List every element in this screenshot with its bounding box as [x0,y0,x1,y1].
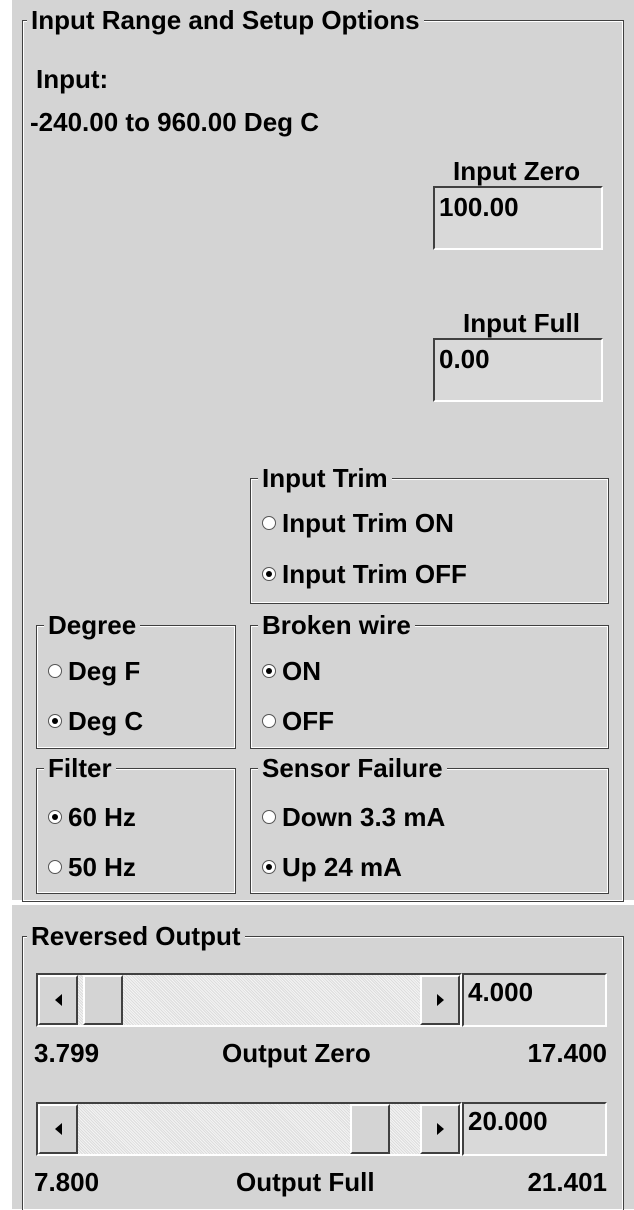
scroll-right-button[interactable] [420,1104,460,1154]
input-full-label: Input Full [463,308,580,338]
radio-label: Down 3.3 mA [282,802,446,832]
radio-broken-wire-off[interactable]: OFF [262,706,334,736]
output-zero-min: 3.799 [34,1038,100,1068]
radio-label: 60 Hz [68,802,136,832]
output-full-label: Output Full [236,1167,375,1197]
radio-label: Input Trim ON [282,508,454,538]
radio-label: Up 24 mA [282,852,402,882]
radio-deg-f[interactable]: Deg F [48,656,140,686]
radio-indicator [262,516,276,530]
radio-indicator [48,664,62,678]
output-full-max: 21.401 [527,1167,607,1197]
input-trim-title: Input Trim [258,464,392,492]
filter-title: Filter [44,754,116,782]
radio-label: ON [282,656,321,686]
radio-indicator [262,567,276,581]
radio-indicator [48,810,62,824]
scrollbar-track[interactable] [38,1104,460,1154]
output-zero-max: 17.400 [527,1038,607,1068]
radio-sensor-down[interactable]: Down 3.3 mA [262,802,445,832]
scroll-left-button[interactable] [38,1104,78,1154]
input-range: -240.00 to 960.00 Deg C [30,107,320,137]
setup-title: Input Range and Setup Options [27,6,424,34]
arrow-right-icon [436,1123,444,1135]
radio-filter-50hz[interactable]: 50 Hz [48,852,136,882]
output-zero-value-field[interactable]: 4.000 [462,973,607,1027]
scroll-left-button[interactable] [38,975,78,1025]
output-zero-scrollbar[interactable] [36,973,462,1027]
input-label: Input: [36,64,109,94]
radio-deg-c[interactable]: Deg C [48,706,143,736]
radio-sensor-up[interactable]: Up 24 mA [262,852,402,882]
radio-label: 50 Hz [68,852,136,882]
radio-label: Input Trim OFF [282,559,467,589]
radio-input-trim-off[interactable]: Input Trim OFF [262,559,467,589]
arrow-left-icon [54,1123,62,1135]
broken-wire-title: Broken wire [258,611,415,639]
output-zero-label: Output Zero [222,1038,371,1068]
arrow-left-icon [54,994,62,1006]
input-zero-label: Input Zero [453,156,581,186]
radio-label: Deg C [68,706,144,736]
scrollbar-thumb[interactable] [83,975,123,1025]
arrow-right-icon [436,994,444,1006]
radio-indicator [262,860,276,874]
radio-indicator [48,714,62,728]
output-full-scrollbar[interactable] [36,1102,462,1156]
output-full-value-field[interactable]: 20.000 [462,1102,607,1156]
radio-input-trim-on[interactable]: Input Trim ON [262,508,454,538]
radio-indicator [262,664,276,678]
radio-indicator [262,714,276,728]
radio-label: OFF [282,706,334,736]
input-zero-field[interactable]: 100.00 [433,186,603,250]
scrollbar-thumb[interactable] [350,1104,390,1154]
radio-broken-wire-on[interactable]: ON [262,656,321,686]
output-full-min: 7.800 [34,1167,100,1197]
reversed-output-title: Reversed Output [27,922,245,950]
scroll-right-button[interactable] [420,975,460,1025]
sensor-failure-title: Sensor Failure [258,754,447,782]
radio-label: Deg F [68,656,141,686]
radio-filter-60hz[interactable]: 60 Hz [48,802,136,832]
degree-title: Degree [44,611,141,639]
input-full-field[interactable]: 0.00 [433,338,603,402]
radio-indicator [48,860,62,874]
radio-indicator [262,810,276,824]
